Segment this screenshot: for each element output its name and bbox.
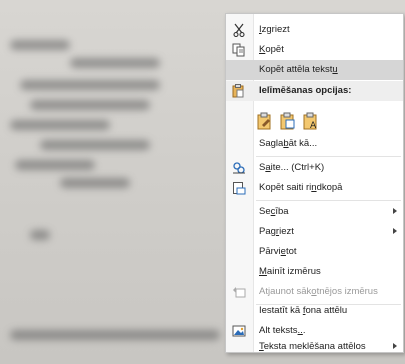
menu-item-label: Saite... (Ctrl+K) xyxy=(259,162,325,173)
svg-text:A: A xyxy=(310,121,317,130)
menu-item-resize[interactable]: Mainīt izmērus xyxy=(226,262,403,282)
scissors-icon xyxy=(231,23,247,37)
alt-text-icon xyxy=(231,324,247,338)
context-menu: Izgriezt Kopēt Kopēt attēla tekstu Ielīm… xyxy=(225,13,404,353)
reset-size-icon xyxy=(231,285,247,299)
menu-item-move[interactable]: Pārvietot xyxy=(226,242,403,262)
menu-item-order[interactable]: Secība xyxy=(226,202,403,222)
paste-text-only-icon[interactable]: A xyxy=(302,112,319,131)
menu-item-label: Kopēt attēla tekstu xyxy=(259,64,338,75)
copy-icon xyxy=(231,43,247,57)
menu-item-copy-link-to-collection[interactable]: Kopēt saiti rindkopā xyxy=(226,178,403,198)
menu-item-text-search[interactable]: Teksta meklēšana attēlos xyxy=(226,341,403,353)
link-icon xyxy=(231,161,247,175)
menu-item-label: Kopēt xyxy=(259,44,284,55)
menu-item-save-as[interactable]: Saglabāt kā... xyxy=(226,134,403,154)
menu-item-label: Pārvietot xyxy=(259,246,297,257)
submenu-arrow-icon xyxy=(393,208,397,214)
menu-item-copy[interactable]: Kopēt xyxy=(226,40,403,60)
submenu-arrow-icon xyxy=(393,343,397,349)
menu-item-label: Atjaunot sākotnējos izmērus xyxy=(259,286,378,297)
menu-item-label: Iestatīt kā fona attēlu xyxy=(259,305,348,316)
menu-item-label: Pagriezt xyxy=(259,226,294,237)
menu-item-label: Izgriezt xyxy=(259,24,290,35)
menu-item-label: Mainīt izmērus xyxy=(259,266,321,277)
collection-icon xyxy=(231,181,247,195)
menu-item-label: Saglabāt kā... xyxy=(259,138,318,149)
paste-picture-icon[interactable] xyxy=(279,112,296,130)
menu-item-rotate[interactable]: Pagriezt xyxy=(226,222,403,242)
menu-separator xyxy=(256,200,401,201)
paste-options-label: Ielīmēšanas opcijas: xyxy=(259,85,352,96)
paste-options-row: A xyxy=(256,112,319,132)
paste-options-header: Ielīmēšanas opcijas: xyxy=(226,81,403,101)
menu-item-set-as-background[interactable]: Iestatīt kā fona attēlu xyxy=(226,301,403,321)
menu-item-link[interactable]: Saite... (Ctrl+K) xyxy=(226,158,403,178)
menu-item-alt-text[interactable]: Alt teksts... xyxy=(226,321,403,341)
menu-separator xyxy=(256,156,401,157)
menu-item-copy-picture-text[interactable]: Kopēt attēla tekstu xyxy=(226,60,403,80)
paste-keep-formatting-icon[interactable] xyxy=(256,112,273,130)
menu-item-label: Kopēt saiti rindkopā xyxy=(259,182,343,193)
menu-item-cut[interactable]: Izgriezt xyxy=(226,20,403,40)
menu-item-label: Teksta meklēšana attēlos xyxy=(259,341,366,352)
submenu-arrow-icon xyxy=(393,228,397,234)
menu-item-label: Secība xyxy=(259,206,289,217)
menu-item-label: Alt teksts... xyxy=(259,325,306,336)
clipboard-icon xyxy=(231,84,247,98)
menu-item-reset-size: Atjaunot sākotnējos izmērus xyxy=(226,282,403,302)
